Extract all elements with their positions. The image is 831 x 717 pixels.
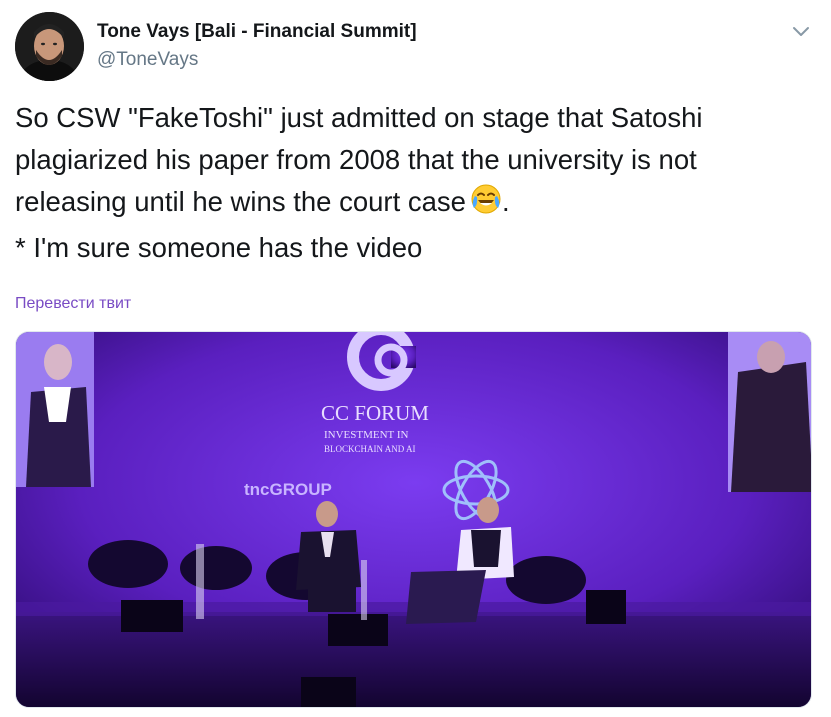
tweet-line: plagiarized his paper from 2008 that the… [15,144,697,175]
tweet-line-suffix: . [501,186,510,217]
author-avatar[interactable] [15,12,84,81]
author-name[interactable]: Tone Vays [Bali - Financial Summit] [97,21,417,43]
tweet-text: So CSW "FakeToshi" just admitted on stag… [15,97,820,269]
author-handle[interactable]: @ToneVays [97,49,198,71]
tweet-line: releasing until he wins the court case . [15,181,820,227]
banner-subtitle-1: INVESTMENT IN [324,429,408,441]
face-with-tears-of-joy-icon [470,183,502,227]
tweet-photo[interactable]: CC FORUM INVESTMENT IN BLOCKCHAIN AND AI… [15,331,812,708]
banner-title: CC FORUM [321,401,429,425]
translate-tweet-link[interactable]: Перевести твит [15,295,131,313]
banner-subtitle-2: BLOCKCHAIN AND AI [324,444,416,454]
tweet-line-text: releasing until he wins the court case [15,186,466,217]
sponsor-logo-text: tncGROUP [244,480,332,499]
tweet-menu-button[interactable] [789,21,813,41]
chevron-down-icon [793,27,809,36]
tweet-line: * I'm sure someone has the video [15,232,423,263]
tweet-line: So CSW "FakeToshi" just admitted on stag… [15,102,703,133]
